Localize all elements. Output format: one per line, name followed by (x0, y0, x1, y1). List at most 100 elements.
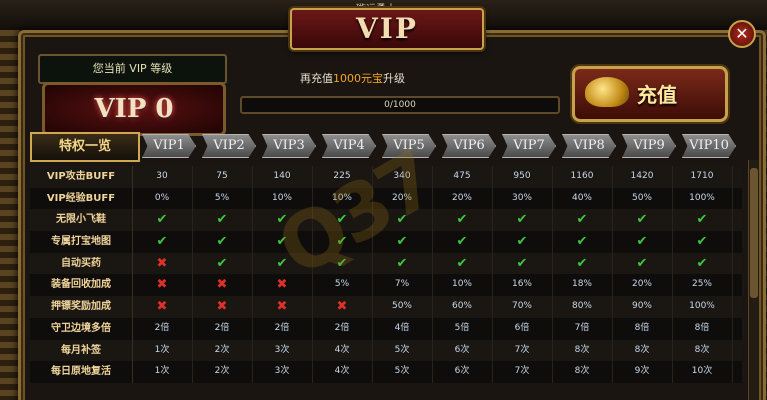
recharge-amount: 1000元宝 (333, 72, 383, 85)
scrollbar-thumb[interactable] (750, 168, 758, 298)
vip-tabs: 特权一览 VIP1 VIP2 VIP3 VIP4 VIP5 VIP6 VIP7 VIP8 VIP… (30, 132, 742, 162)
table-cell: 6次 (432, 361, 493, 383)
table-cell: 6次 (432, 339, 493, 362)
check-icon: ✔ (492, 209, 553, 232)
gold-ingot-icon (585, 77, 629, 107)
check-icon: ✔ (612, 209, 673, 232)
tab-vip10[interactable]: VIP10 (682, 134, 736, 158)
check-icon: ✔ (552, 252, 613, 275)
check-icon: ✔ (132, 231, 193, 253)
table-cell: 2倍 (252, 317, 313, 340)
window-title-plate: VIP (290, 8, 484, 50)
vip-progress-bar: 0/1000 (240, 96, 560, 114)
table-row: 每日原地复活 1次 2次 3次 4次 5次 6次 7次 8次 9次 10次 (30, 361, 742, 383)
tab-privilege-overview[interactable]: 特权一览 (30, 132, 140, 162)
table-cell: 1710 (672, 166, 733, 188)
check-icon: ✔ (372, 209, 433, 232)
check-icon: ✔ (192, 209, 253, 232)
tab-vip8[interactable]: VIP8 (562, 134, 616, 158)
table-cell: 16% (492, 274, 553, 297)
check-icon: ✔ (372, 252, 433, 275)
table-row: 自动买药 ✖ ✔ ✔ ✔ ✔ ✔ ✔ ✔ ✔ ✔ (30, 252, 742, 275)
row-label: 装备回收加成 (30, 274, 133, 297)
table-cell: 9次 (612, 361, 673, 383)
table-cell: 30 (132, 166, 193, 188)
row-label: VIP经验BUFF (30, 187, 133, 210)
vip-window: 璇远勇士 VIP ✕ 您当前 VIP 等级 VIP 0 再充值1000元宝升级 … (0, 0, 767, 400)
tab-vip4[interactable]: VIP4 (322, 134, 376, 158)
table-cell: 1次 (132, 361, 193, 383)
table-cell: 2次 (192, 361, 253, 383)
table-cell: 475 (432, 166, 493, 188)
table-cell: 70% (492, 296, 553, 318)
check-icon: ✔ (432, 209, 493, 232)
check-icon: ✔ (492, 252, 553, 275)
table-cell: 2次 (192, 339, 253, 362)
table-cell: 10次 (672, 361, 733, 383)
recharge-hint: 再充值1000元宝升级 (300, 70, 405, 86)
table-cell: 20% (612, 274, 673, 297)
tab-vip3[interactable]: VIP3 (262, 134, 316, 158)
check-icon: ✔ (312, 231, 373, 253)
vip-level-label: 您当前 VIP 等级 (92, 62, 173, 75)
row-label: 专属打宝地图 (30, 231, 133, 253)
check-icon: ✔ (372, 231, 433, 253)
check-icon: ✔ (192, 252, 253, 275)
table-cell: 3次 (252, 339, 313, 362)
check-icon: ✔ (672, 231, 733, 253)
check-icon: ✔ (672, 252, 733, 275)
table-cell: 4次 (312, 339, 373, 362)
tab-vip2[interactable]: VIP2 (202, 134, 256, 158)
tab-vip5[interactable]: VIP5 (382, 134, 436, 158)
table-cell: 20% (372, 187, 433, 210)
check-icon: ✔ (612, 252, 673, 275)
table-cell: 10% (252, 187, 313, 210)
cross-icon: ✖ (132, 274, 193, 297)
cross-icon: ✖ (132, 296, 193, 318)
table-row: 装备回收加成 ✖ ✖ ✖ 5% 7% 10% 16% 18% 20% 25% (30, 274, 742, 297)
left-ornament (0, 30, 20, 400)
table-cell: 75 (192, 166, 253, 188)
check-icon: ✔ (432, 231, 493, 253)
recharge-button[interactable]: 充值 (572, 66, 728, 122)
close-button[interactable]: ✕ (728, 20, 756, 48)
scrollbar[interactable] (748, 160, 759, 400)
table-cell: 8次 (552, 339, 613, 362)
tab-vip7[interactable]: VIP7 (502, 134, 556, 158)
vip-level-text: VIP 0 (94, 94, 174, 124)
table-cell: 2倍 (312, 317, 373, 340)
table-cell: 8倍 (612, 317, 673, 340)
table-cell: 1次 (132, 339, 193, 362)
table-cell: 18% (552, 274, 613, 297)
check-icon: ✔ (132, 209, 193, 232)
table-cell: 340 (372, 166, 433, 188)
table-cell: 7次 (492, 361, 553, 383)
table-cell: 100% (672, 296, 733, 318)
check-icon: ✔ (492, 231, 553, 253)
table-cell: 50% (372, 296, 433, 318)
check-icon: ✔ (552, 209, 613, 232)
table-cell: 5次 (372, 339, 433, 362)
vip-level-badge: VIP 0 (42, 82, 226, 136)
table-cell: 5% (312, 274, 373, 297)
table-cell: 6倍 (492, 317, 553, 340)
table-cell: 10% (432, 274, 493, 297)
table-cell: 140 (252, 166, 313, 188)
table-cell: 40% (552, 187, 613, 210)
check-icon: ✔ (192, 231, 253, 253)
table-cell: 5次 (372, 361, 433, 383)
check-icon: ✔ (552, 231, 613, 253)
table-cell: 2倍 (192, 317, 253, 340)
table-cell: 50% (612, 187, 673, 210)
cross-icon: ✖ (252, 274, 313, 297)
table-cell: 225 (312, 166, 373, 188)
tab-vip9[interactable]: VIP9 (622, 134, 676, 158)
recharge-button-label: 充值 (637, 83, 677, 107)
vip-progress-text: 0/1000 (384, 100, 416, 110)
cross-icon: ✖ (252, 296, 313, 318)
table-cell: 2倍 (132, 317, 193, 340)
row-label: 守卫边境多倍 (30, 317, 133, 340)
table-cell: 7次 (492, 339, 553, 362)
tab-vip1[interactable]: VIP1 (142, 134, 196, 158)
tab-vip6[interactable]: VIP6 (442, 134, 496, 158)
